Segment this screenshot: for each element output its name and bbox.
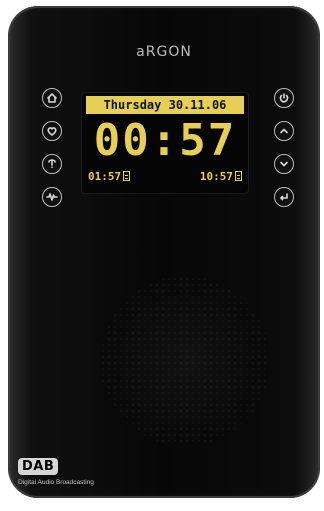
dab-logo-mark: DAB <box>18 458 59 475</box>
display-time: 00:57 <box>93 115 237 166</box>
power-icon <box>279 93 289 103</box>
favorites-button[interactable] <box>42 121 62 141</box>
alarm-1: 01:57 <box>88 170 131 183</box>
heart-icon <box>47 127 57 136</box>
brand-logo: aRGON <box>136 44 192 60</box>
dab-logo: DAB Digital Audio Broadcasting <box>18 457 94 486</box>
alarm-1-icon <box>123 171 131 181</box>
display-date: Thursday 30.11.06 <box>86 96 244 114</box>
power-button[interactable] <box>274 88 294 108</box>
alarm-2-icon <box>235 171 242 181</box>
radio-device: aRGON Thursday 30.11.06 00:57 01:57 10:5… <box>8 6 320 498</box>
alarm-2-time: 10:57 <box>199 170 233 183</box>
speaker-grille <box>100 276 270 446</box>
alarm-2: 10:57 <box>200 170 242 183</box>
home-icon <box>47 93 57 103</box>
lcd-display: Thursday 30.11.06 00:57 01:57 10:57 <box>82 93 248 193</box>
dab-caption: Digital Audio Broadcasting <box>18 479 94 486</box>
chevron-down-icon <box>280 161 288 167</box>
chevron-up-icon <box>280 128 288 134</box>
alarm-1-time: 01:57 <box>88 170 122 183</box>
signal-icon <box>46 193 58 201</box>
info-icon <box>48 159 56 169</box>
signal-button[interactable] <box>42 187 62 207</box>
up-button[interactable] <box>274 121 294 141</box>
home-button[interactable] <box>42 88 62 108</box>
enter-icon <box>280 193 288 201</box>
select-button[interactable] <box>274 187 294 207</box>
info-button[interactable] <box>42 154 62 174</box>
down-button[interactable] <box>274 154 294 174</box>
